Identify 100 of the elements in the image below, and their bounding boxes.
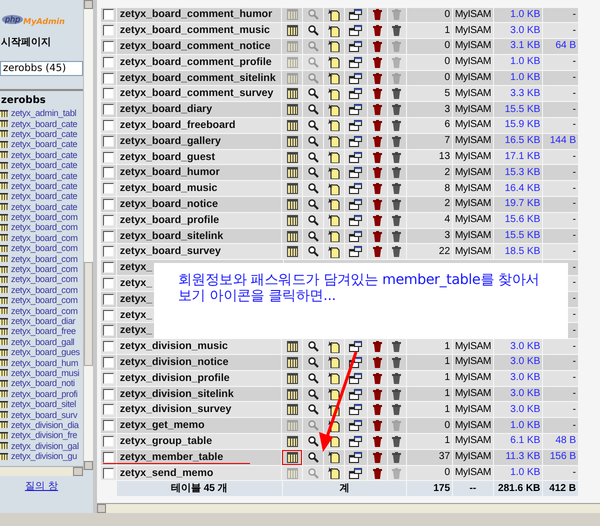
table-link[interactable]: zetyx_board_com bbox=[11, 306, 78, 316]
size-link[interactable]: 11.3 KB bbox=[505, 451, 540, 464]
trash-icon[interactable] bbox=[392, 183, 402, 194]
table-icon[interactable] bbox=[0, 255, 8, 262]
table-icon[interactable] bbox=[286, 356, 298, 368]
table-icon[interactable] bbox=[286, 452, 298, 463]
window-icon[interactable] bbox=[349, 214, 362, 226]
trash-icon[interactable] bbox=[392, 167, 402, 178]
search-icon[interactable] bbox=[308, 167, 319, 178]
window-icon[interactable] bbox=[349, 40, 362, 52]
checkbox[interactable] bbox=[102, 56, 114, 68]
checkbox[interactable] bbox=[103, 325, 114, 336]
search-icon[interactable] bbox=[308, 230, 319, 242]
trash-icon[interactable] bbox=[372, 404, 382, 416]
size-link[interactable]: 15.6 KB bbox=[504, 214, 540, 226]
table-icon[interactable] bbox=[0, 442, 8, 450]
search-icon[interactable] bbox=[308, 104, 319, 116]
trash-icon[interactable] bbox=[372, 120, 382, 131]
size-link[interactable]: 3.3 KB bbox=[510, 88, 540, 100]
trash-icon[interactable] bbox=[372, 152, 382, 163]
table-link[interactable]: zetyx_board_diar bbox=[11, 316, 76, 326]
window-icon[interactable] bbox=[349, 56, 362, 68]
table-icon[interactable] bbox=[0, 120, 8, 128]
table-link[interactable]: zetyx_board_gall bbox=[11, 336, 74, 347]
table-icon[interactable] bbox=[286, 25, 298, 36]
table-link[interactable]: zetyx_board_profi bbox=[11, 388, 78, 399]
checkbox[interactable] bbox=[102, 372, 114, 384]
trash-icon[interactable] bbox=[372, 214, 382, 226]
trash-icon[interactable] bbox=[392, 152, 402, 163]
table-link[interactable]: zetyx_board_com bbox=[11, 222, 78, 232]
table-link[interactable]: zetyx_board_com bbox=[11, 212, 78, 222]
window-icon[interactable] bbox=[349, 198, 362, 210]
table-icon[interactable] bbox=[286, 230, 298, 242]
table-link[interactable]: zetyx_board_cate bbox=[11, 202, 78, 212]
overhead-link[interactable]: 144 B bbox=[550, 135, 576, 148]
table-icon[interactable] bbox=[0, 182, 8, 190]
size-link[interactable]: 15.5 KB bbox=[504, 104, 540, 116]
search-icon[interactable] bbox=[308, 388, 319, 400]
table-icon[interactable] bbox=[286, 88, 298, 100]
table-link[interactable]: zetyx_board_cate bbox=[11, 191, 78, 202]
search-icon[interactable] bbox=[308, 356, 319, 368]
table-icon[interactable] bbox=[286, 214, 298, 226]
table-icon[interactable] bbox=[0, 296, 8, 304]
home-link[interactable]: 시작페이지 bbox=[1, 37, 51, 48]
trash-icon[interactable] bbox=[372, 136, 382, 147]
checkbox[interactable] bbox=[102, 183, 114, 194]
table-link[interactable]: zetyx_board_cate bbox=[11, 118, 78, 129]
size-link[interactable]: 17.1 KB bbox=[504, 151, 540, 164]
checkbox[interactable] bbox=[102, 198, 114, 210]
table-icon[interactable] bbox=[0, 307, 8, 314]
window-icon[interactable] bbox=[349, 246, 362, 258]
table-link[interactable]: zetyx_board_cate bbox=[11, 170, 78, 181]
trash-icon[interactable] bbox=[372, 372, 382, 384]
insert-icon[interactable] bbox=[328, 104, 340, 116]
overhead-link[interactable]: 156 B bbox=[550, 451, 576, 464]
table-icon[interactable] bbox=[0, 390, 8, 398]
trash-icon[interactable] bbox=[372, 388, 382, 400]
trash-icon[interactable] bbox=[372, 56, 382, 68]
size-link[interactable]: 1.0 KB bbox=[510, 8, 540, 21]
table-icon[interactable] bbox=[286, 404, 298, 416]
table-link[interactable]: zetyx_division_dia bbox=[11, 420, 79, 430]
size-link[interactable]: 3.0 KB bbox=[510, 404, 540, 416]
insert-icon[interactable] bbox=[328, 166, 340, 179]
trash-icon[interactable] bbox=[372, 9, 382, 20]
trash-icon[interactable] bbox=[392, 25, 402, 36]
insert-icon[interactable] bbox=[328, 467, 340, 479]
table-link[interactable]: zetyx_board_noti bbox=[11, 378, 75, 388]
checkbox[interactable] bbox=[102, 152, 114, 163]
table-icon[interactable] bbox=[0, 172, 8, 180]
scrollbar[interactable] bbox=[0, 466, 83, 476]
search-icon[interactable] bbox=[308, 183, 319, 194]
checkbox[interactable] bbox=[102, 167, 114, 178]
search-icon[interactable] bbox=[308, 136, 319, 147]
size-link[interactable]: 3.0 KB bbox=[510, 24, 540, 37]
table-link[interactable]: zetyx_board_com bbox=[11, 284, 78, 295]
insert-icon[interactable] bbox=[328, 135, 340, 148]
window-icon[interactable] bbox=[349, 230, 362, 242]
insert-icon[interactable] bbox=[328, 388, 340, 400]
trash-icon[interactable] bbox=[372, 72, 382, 84]
scrollbar[interactable] bbox=[83, 0, 93, 470]
checkbox[interactable] bbox=[102, 230, 114, 242]
table-link[interactable]: zetyx_division_gal bbox=[11, 440, 79, 451]
size-link[interactable]: 16.5 KB bbox=[504, 135, 540, 148]
insert-icon[interactable] bbox=[328, 182, 340, 195]
checkbox[interactable] bbox=[102, 436, 114, 447]
trash-icon[interactable] bbox=[392, 246, 402, 258]
search-icon[interactable] bbox=[308, 198, 319, 210]
trash-icon[interactable] bbox=[372, 167, 382, 178]
scrollbar[interactable] bbox=[97, 503, 600, 513]
trash-icon[interactable] bbox=[372, 246, 382, 258]
search-icon[interactable] bbox=[308, 452, 319, 463]
table-link[interactable]: zetyx_board_hum bbox=[11, 358, 78, 368]
trash-icon[interactable] bbox=[372, 436, 382, 447]
insert-icon[interactable] bbox=[328, 246, 340, 258]
table-link[interactable]: zetyx_admin_tabl bbox=[11, 108, 76, 118]
table-icon[interactable] bbox=[0, 224, 8, 231]
trash-icon[interactable] bbox=[392, 104, 402, 116]
insert-icon[interactable] bbox=[328, 119, 340, 132]
trash-icon[interactable] bbox=[392, 341, 402, 352]
trash-icon[interactable] bbox=[372, 468, 382, 478]
